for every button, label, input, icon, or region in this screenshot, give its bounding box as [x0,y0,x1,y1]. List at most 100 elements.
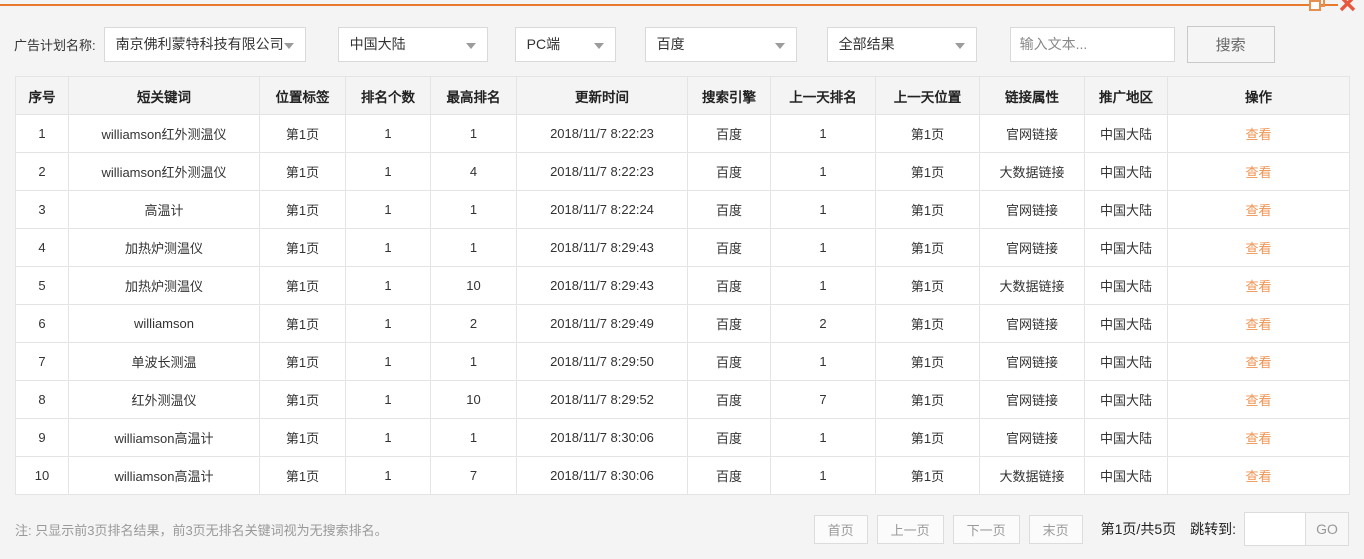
cell-rank-count: 1 [345,190,431,229]
region-select[interactable]: 中国大陆 [337,26,488,62]
device-select[interactable]: PC端 [514,26,616,62]
jump-page-input[interactable] [1244,512,1306,546]
cell-link-type: 大数据链接 [979,266,1085,305]
cell-index: 3 [15,190,69,229]
cell-best-rank: 4 [430,152,517,191]
cell-prev-day-position: 第1页 [875,304,980,343]
cell-best-rank: 1 [430,342,517,381]
cell-update-time: 2018/11/7 8:29:49 [516,304,688,343]
cell-prev-day-position: 第1页 [875,342,980,381]
plan-name-select-value: 南京佛利蒙特科技有限公司 [115,36,284,52]
cell-prev-day-rank: 1 [770,266,876,305]
column-header-keyword: 短关键词 [68,76,260,115]
view-link[interactable]: 查看 [1245,203,1271,218]
cell-index: 6 [15,304,69,343]
cell-index: 10 [15,456,69,495]
result-filter-select-value: 全部结果 [838,36,895,52]
cell-action: 查看 [1167,342,1350,381]
cell-best-rank: 10 [430,266,517,305]
cell-rank-count: 1 [345,418,431,457]
cell-action: 查看 [1167,266,1350,305]
keyword-rank-table: 序号 短关键词 位置标签 排名个数 最高排名 更新时间 搜索引擎 上一天排名 上一天位置 链接属性… [15,76,1350,495]
cell-index: 7 [15,342,69,381]
plan-name-select[interactable]: 南京佛利蒙特科技有限公司 [103,26,306,62]
table-row: 6 williamson 第1页 1 2 2018/11/7 8:29:49 百度 2 第1页官… [15,304,1350,343]
chevron-down-icon [954,42,965,49]
view-link[interactable]: 查看 [1245,393,1271,408]
cell-position-tag: 第1页 [259,190,346,229]
cell-rank-count: 1 [345,304,431,343]
cell-position-tag: 第1页 [259,418,346,457]
cell-search-engine: 百度 [687,380,771,419]
view-link[interactable]: 查看 [1245,469,1271,484]
cell-position-tag: 第1页 [259,342,346,381]
search-input[interactable] [1009,26,1175,62]
jump-to-label: 跳转到: [1190,521,1236,537]
column-header-link-type: 链接属性 [979,76,1085,115]
cell-position-tag: 第1页 [259,228,346,267]
cell-action: 查看 [1167,152,1350,191]
column-header-position-tag: 位置标签 [259,76,346,115]
cell-promo-region: 中国大陆 [1084,456,1168,495]
result-filter-select[interactable]: 全部结果 [826,26,977,62]
cell-update-time: 2018/11/7 8:22:23 [516,152,688,191]
plan-name-label: 广告计划名称: [14,37,96,53]
next-page-button[interactable]: 下一页 [952,514,1020,544]
cell-best-rank: 2 [430,304,517,343]
cell-action: 查看 [1167,304,1350,343]
cell-keyword: 单波长测温 [68,342,260,381]
cell-rank-count: 1 [345,114,431,153]
view-link[interactable]: 查看 [1245,431,1271,446]
note-text: 注: 只显示前3页排名结果，前3页无排名关键词视为无搜索排名。 [15,522,388,538]
cell-index: 5 [15,266,69,305]
view-link[interactable]: 查看 [1245,317,1271,332]
cell-promo-region: 中国大陆 [1084,266,1168,305]
window-controls [1309,0,1356,17]
table-row: 5 加热炉测温仪 第1页 1 10 2018/11/7 8:29:43 百度 1 第1页 大数据链… [15,266,1350,305]
cell-best-rank: 1 [430,418,517,457]
chevron-down-icon [283,42,294,49]
prev-page-button[interactable]: 上一页 [876,514,944,544]
cell-position-tag: 第1页 [259,456,346,495]
cell-link-type: 官网链接 [979,380,1085,419]
table-row: 8 红外测温仪 第1页 1 10 2018/11/7 8:29:52 百度 7 第1页 官网链接中… [15,380,1350,419]
view-link[interactable]: 查看 [1245,355,1271,370]
chevron-down-icon [774,42,785,49]
page-buttons: 首页 上一页 下一页 末页 [805,514,1083,544]
search-engine-select[interactable]: 百度 [644,26,797,62]
cell-promo-region: 中国大陆 [1084,418,1168,457]
cell-link-type: 大数据链接 [979,152,1085,191]
cell-link-type: 官网链接 [979,190,1085,229]
cell-position-tag: 第1页 [259,304,346,343]
close-window-icon[interactable] [1339,0,1356,17]
last-page-button[interactable]: 末页 [1028,514,1083,544]
cell-best-rank: 1 [430,190,517,229]
device-select-value: PC端 [526,36,561,52]
cell-keyword: williamson红外测温仪 [68,114,260,153]
cell-search-engine: 百度 [687,266,771,305]
cell-action: 查看 [1167,114,1350,153]
cell-prev-day-position: 第1页 [875,418,980,457]
table-row: 3 高温计 第1页 1 1 2018/11/7 8:22:24 百度 1 第1页 官网链接 中国大陆… [15,190,1350,229]
first-page-button[interactable]: 首页 [813,514,868,544]
cell-best-rank: 1 [430,114,517,153]
filter-bar: 广告计划名称: 南京佛利蒙特科技有限公司 中国大陆 PC端 百度 全部结果 搜索 [0,0,1364,63]
cell-prev-day-rank: 1 [770,456,876,495]
chevron-down-icon [465,42,476,49]
column-header-action: 操作 [1167,76,1350,115]
cell-position-tag: 第1页 [259,114,346,153]
table-row: 10 williamson高温计 第1页 1 7 2018/11/7 8:30:06 百度 1… [15,456,1350,495]
view-link[interactable]: 查看 [1245,241,1271,256]
go-button[interactable]: GO [1305,512,1349,546]
cell-prev-day-position: 第1页 [875,152,980,191]
restore-window-icon[interactable] [1309,0,1326,16]
search-button[interactable]: 搜索 [1186,25,1275,63]
column-header-promo-region: 推广地区 [1084,76,1168,115]
cell-keyword: 高温计 [68,190,260,229]
cell-rank-count: 1 [345,456,431,495]
view-link[interactable]: 查看 [1245,165,1271,180]
cell-prev-day-rank: 1 [770,190,876,229]
view-link[interactable]: 查看 [1245,279,1271,294]
cell-prev-day-rank: 1 [770,418,876,457]
view-link[interactable]: 查看 [1245,127,1271,142]
